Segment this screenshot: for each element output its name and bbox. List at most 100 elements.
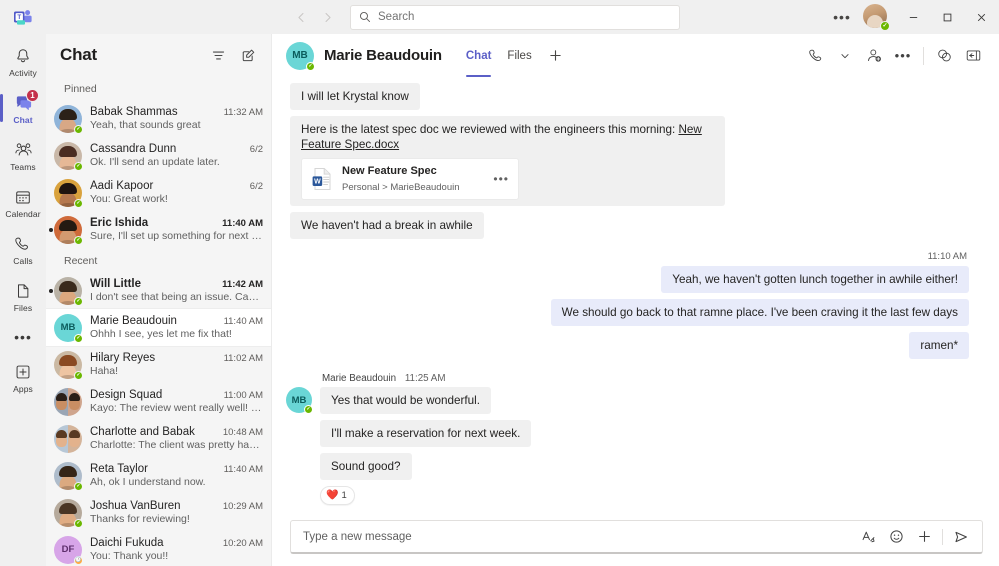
heart-icon: ❤️ [326, 490, 339, 501]
divider [923, 46, 924, 65]
file-more-icon[interactable]: ••• [493, 172, 509, 187]
tab-files[interactable]: Files [499, 34, 539, 77]
file-path: Personal > MarieBeaudouin [342, 181, 460, 193]
chat-item-name: Eric Ishida [90, 217, 149, 229]
message-bubble-outgoing: We should go back to that ramne place. I… [272, 299, 983, 326]
close-icon[interactable] [965, 1, 997, 33]
add-people-icon[interactable] [860, 42, 888, 70]
message-compose-box[interactable]: Type a new message [290, 520, 983, 554]
message-bubble-outgoing: Yeah, we haven't gotten lunch together i… [272, 266, 983, 293]
avatar [54, 141, 83, 171]
teams-app-window: T Search ••• ✓ Activity 1 Chat Teams Cal… [0, 0, 999, 566]
avatar [54, 276, 83, 306]
message-text: Yes that would be wonderful. [320, 387, 492, 414]
open-side-panel-icon[interactable] [959, 42, 987, 70]
chat-item-preview: Ok. I'll send an update later. [90, 156, 220, 168]
chat-list-item[interactable]: Hilary Reyes 11:02 AM Haha! [46, 346, 271, 383]
avatar[interactable] [863, 4, 890, 31]
sidebar-item-teams[interactable]: Teams [0, 132, 46, 179]
format-text-icon[interactable] [855, 524, 881, 550]
sidebar-item-label: Files [13, 302, 33, 313]
message-group: MB Marie Beaudouin 11:25 AM Yes that wou… [272, 373, 983, 505]
chat-list-item[interactable]: Aadi Kapoor 6/2 You: Great work! [46, 174, 271, 211]
chat-list-item[interactable]: Reta Taylor 11:40 AM Ah, ok I understand n… [46, 457, 271, 494]
message-timestamp: 11:25 AM [404, 373, 446, 384]
message-bubble: Sound good? [320, 453, 531, 480]
chat-item-time: 11:02 AM [223, 353, 263, 364]
chat-list-scroll[interactable]: Pinned Babak Shammas 11:32 AM Yeah, that so… [46, 76, 271, 566]
sidebar-item-calendar[interactable]: Calendar [0, 179, 46, 226]
reaction-badge[interactable]: ❤️ 1 [320, 486, 355, 505]
sidebar-item-apps[interactable]: Apps [0, 354, 46, 401]
message-bubble: We haven't had a break in awhile [272, 212, 983, 239]
add-tab-icon[interactable] [540, 34, 571, 77]
bell-icon [13, 46, 33, 66]
message-list[interactable]: I will let Krystal know Here is the late… [272, 77, 999, 513]
chat-item-preview: Yeah, that sounds great [90, 119, 201, 131]
attach-icon[interactable] [911, 524, 937, 550]
avatar [54, 350, 83, 380]
avatar: DF [54, 535, 83, 565]
video-call-icon[interactable] [802, 42, 830, 70]
avatar [54, 424, 82, 453]
message-text: We haven't had a break in awhile [290, 212, 484, 239]
chat-list-item[interactable]: Eric Ishida 11:40 AMSure, I'll set up som… [46, 211, 271, 248]
chat-list-item[interactable]: MB Marie Beaudouin 11:40 AMOhhh I see, yes… [46, 309, 271, 346]
message-bubble: I will let Krystal know [272, 83, 983, 110]
search-icon [359, 11, 371, 23]
search-input[interactable]: Search [350, 4, 680, 30]
chat-item-time: 6/2 [249, 181, 263, 192]
tab-chat[interactable]: Chat [458, 34, 500, 77]
sidebar-item-activity[interactable]: Activity [0, 38, 46, 85]
conversation-header: MB Marie Beaudouin Chat Files [272, 34, 999, 77]
send-icon[interactable] [948, 524, 974, 550]
file-name: New Feature Spec [342, 164, 437, 177]
svg-text:T: T [17, 14, 21, 21]
chevron-down-icon[interactable] [831, 42, 859, 70]
chat-list-item[interactable]: Will Little 11:42 AMI don't see that bein… [46, 272, 271, 309]
message-text: Here is the latest spec doc we reviewed … [301, 123, 679, 136]
avatar [54, 215, 83, 245]
chat-list-section-header: Recent [64, 255, 98, 267]
avatar[interactable]: MB [286, 41, 315, 71]
chat-item-time: 6/2 [249, 144, 263, 155]
new-chat-icon[interactable] [235, 42, 261, 68]
chat-list-item[interactable]: DF Daichi Fukuda 10:20 AM You: Thank you!! [46, 531, 271, 566]
file-card[interactable]: W New Feature Spec Personal > MarieBeaud… [301, 158, 519, 200]
chat-item-time: 10:29 AM [222, 501, 263, 512]
presence-badge [74, 235, 83, 245]
back-icon[interactable] [290, 6, 312, 28]
presence-badge [74, 161, 83, 171]
minimize-icon[interactable] [897, 1, 929, 33]
settings-more-icon[interactable]: ••• [829, 4, 855, 30]
chat-list-item[interactable]: Design Squad 11:00 AM Kayo: The review wen… [46, 383, 271, 420]
message-text: We should go back to that ramne place. I… [550, 299, 969, 326]
title-bar: T Search ••• [0, 0, 999, 34]
presence-badge [74, 481, 83, 491]
chat-list-item[interactable]: Joshua VanBuren 10:29 AM Thanks for review… [46, 494, 271, 531]
chat-item-preview: Sure, I'll set up something for next wee… [90, 230, 263, 242]
forward-icon[interactable] [316, 6, 338, 28]
chat-list-item[interactable]: Babak Shammas 11:32 AM Yeah, that sounds g… [46, 100, 271, 137]
chat-list-item[interactable]: Charlotte and Babak 10:48 AM Charlotte: Th… [46, 420, 271, 457]
chat-list-header: Chat [46, 34, 271, 76]
filter-icon[interactable] [205, 42, 231, 68]
chat-item-preview: Thanks for reviewing! [90, 513, 190, 525]
emoji-icon[interactable] [883, 524, 909, 550]
avatar[interactable]: MB [286, 387, 313, 414]
sidebar-item-files[interactable]: Files [0, 273, 46, 320]
message-bubble: I'll make a reservation for next week. [320, 420, 532, 447]
together-mode-icon[interactable] [930, 42, 958, 70]
chat-item-name: Hilary Reyes [90, 352, 156, 364]
chat-item-preview: You: Great work! [90, 193, 168, 205]
more-options-icon[interactable]: ••• [889, 42, 917, 70]
maximize-icon[interactable] [931, 1, 963, 33]
avatar [54, 104, 83, 134]
rail-more-icon[interactable]: ••• [14, 320, 32, 354]
sidebar-item-label: Teams [10, 161, 36, 172]
sidebar-item-calls[interactable]: Calls [0, 226, 46, 273]
compose-area: Type a new message [272, 513, 999, 566]
chat-list-item[interactable]: Cassandra Dunn 6/2 Ok. I'll send an update… [46, 137, 271, 174]
sidebar-item-chat[interactable]: 1 Chat [0, 85, 46, 132]
chat-item-preview: I don't see that being an issue. Can you… [90, 291, 263, 303]
